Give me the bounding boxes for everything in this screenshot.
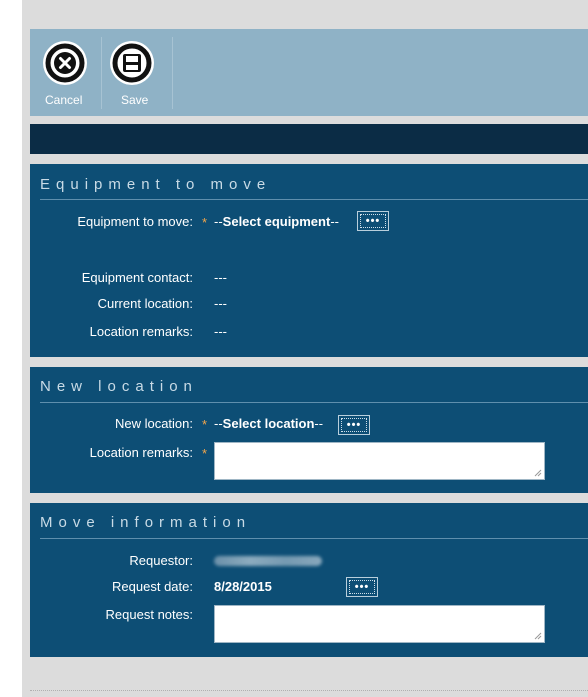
- location-remarks-textarea[interactable]: [214, 442, 545, 480]
- equipment-contact-label: Equipment contact:: [81, 270, 193, 285]
- new-location-remarks-label: Location remarks:: [89, 445, 193, 460]
- equipment-suffix: --: [330, 214, 339, 229]
- section-divider: [40, 402, 588, 403]
- cancel-icon: [43, 41, 87, 85]
- new-location-select[interactable]: --Select location--: [214, 416, 323, 431]
- section-divider: [40, 199, 588, 200]
- header-bar: [30, 124, 588, 154]
- requestor-value-redacted: [214, 556, 322, 566]
- save-icon: [110, 41, 154, 85]
- location-remarks-label: Location remarks:: [89, 324, 193, 339]
- footer-divider: [30, 690, 588, 691]
- current-location-value: ---: [214, 296, 227, 311]
- section-title: Equipment to move: [40, 176, 272, 193]
- request-date-label: Request date:: [112, 579, 193, 594]
- section-title: Move information: [40, 514, 252, 531]
- required-marker: *: [202, 215, 208, 230]
- new-location-label: New location:: [114, 416, 193, 431]
- equipment-label: Equipment to move:: [77, 214, 193, 229]
- equipment-section: Equipment to move Equipment to move: * -…: [30, 164, 588, 357]
- equipment-value: Select equipment: [222, 214, 331, 229]
- toolbar: Cancel Save: [30, 29, 588, 116]
- current-location-label: Current location:: [97, 296, 193, 311]
- section-title: New location: [40, 378, 198, 395]
- section-divider: [40, 538, 588, 539]
- resize-grip-icon[interactable]: [534, 632, 542, 640]
- equipment-contact-value: ---: [214, 270, 227, 285]
- resize-grip-icon[interactable]: [534, 469, 542, 477]
- move-information-section: Move information Requestor: Request date…: [30, 503, 588, 657]
- save-label: Save: [121, 93, 149, 107]
- toolbar-separator: [172, 37, 173, 109]
- request-notes-textarea[interactable]: [214, 605, 545, 643]
- cancel-button[interactable]: Cancel: [34, 29, 104, 116]
- new-location-prefix: --: [214, 416, 223, 431]
- location-picker-button[interactable]: •••: [338, 415, 370, 435]
- equipment-prefix: --: [214, 214, 223, 229]
- date-picker-button[interactable]: •••: [346, 577, 378, 597]
- new-location-suffix: --: [314, 416, 324, 431]
- requestor-label: Requestor:: [129, 553, 193, 568]
- required-marker: *: [202, 446, 208, 461]
- location-remarks-value: ---: [214, 324, 227, 339]
- required-marker: *: [202, 417, 208, 432]
- equipment-picker-button[interactable]: •••: [357, 211, 389, 231]
- request-date-value[interactable]: 8/28/2015: [214, 579, 272, 594]
- new-location-section: New location New location: * --Select lo…: [30, 367, 588, 493]
- equipment-select[interactable]: --Select equipment--: [214, 214, 339, 229]
- new-location-value: Select location: [222, 416, 315, 431]
- save-button[interactable]: Save: [102, 29, 172, 116]
- request-notes-label: Request notes:: [105, 607, 193, 622]
